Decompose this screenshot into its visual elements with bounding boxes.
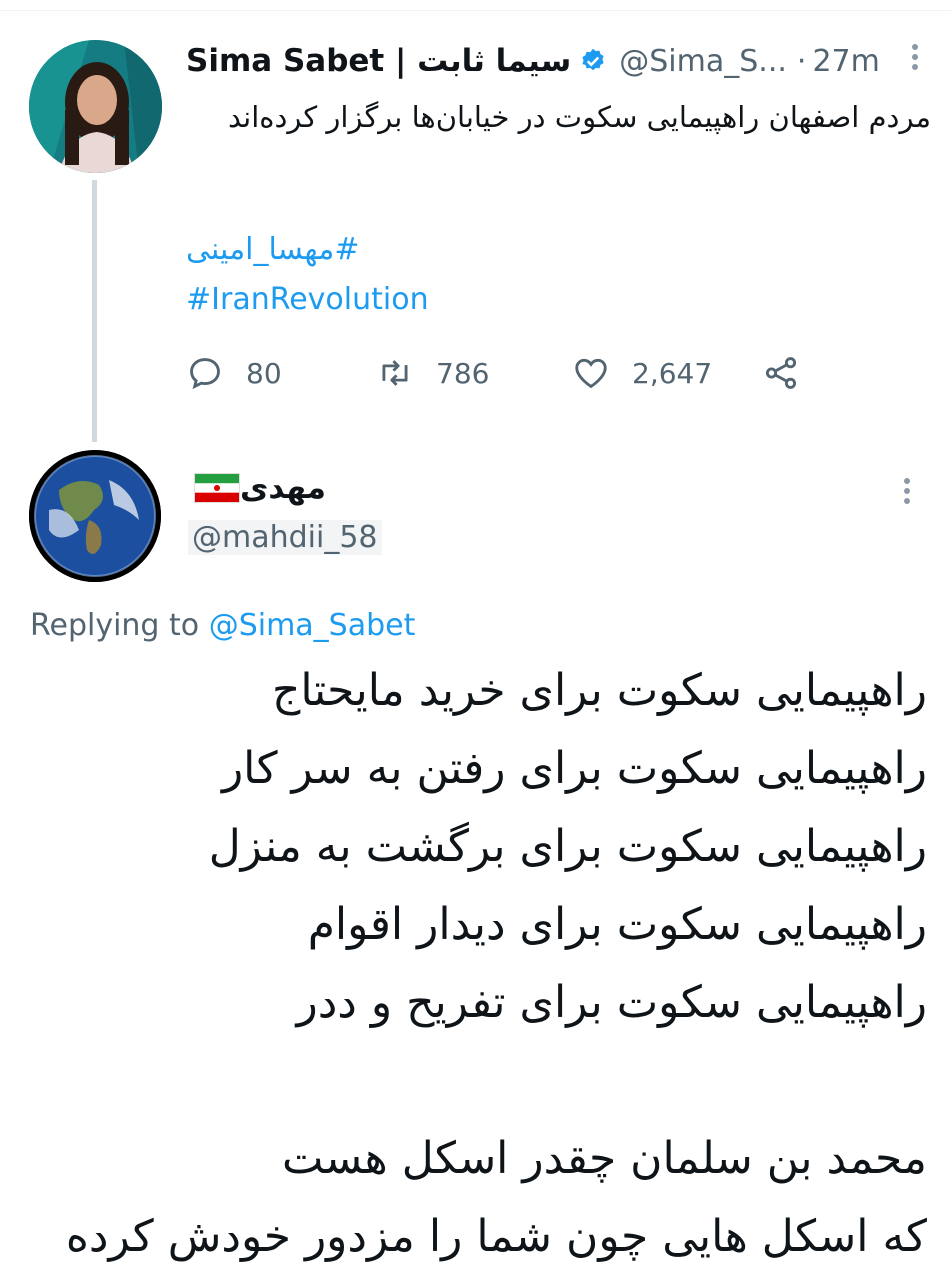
avatar-sima-sabet[interactable] xyxy=(29,40,162,173)
reply-button[interactable]: 80 xyxy=(186,350,282,396)
reply-author[interactable]: مهدی xyxy=(190,470,326,506)
reply-author-handle[interactable]: @mahdii_58 xyxy=(188,520,382,555)
verified-icon xyxy=(582,48,604,71)
replying-mention[interactable]: @Sima_Sabet xyxy=(209,608,416,643)
tweet-time[interactable]: 27m xyxy=(812,44,879,79)
reply-line: که اسکل هایی چون شما را مزدور خودش کرده xyxy=(65,1211,927,1262)
reply-line: راهپیمایی سکوت برای برگشت به منزل xyxy=(208,821,927,872)
replying-to-line: Replying to @Sima_Sabet xyxy=(30,608,415,643)
tweet-text: مردم اصفهان راهپیمایی سکوت در خیابان‌ها … xyxy=(227,100,931,134)
reply-line: راهپیمایی سکوت برای خرید مایحتاج xyxy=(272,665,927,716)
thread-connector xyxy=(92,180,97,442)
reply-line: راهپیمایی سکوت برای رفتن به سر کار xyxy=(221,743,927,794)
replying-prefix: Replying to xyxy=(30,608,200,643)
tweet-header: Sima Sabet | سیما ثابت @Sima_S... · 27m xyxy=(186,36,933,86)
avatar-mahdi[interactable] xyxy=(29,450,161,582)
reply-blank-line xyxy=(27,1042,927,1120)
like-count: 2,647 xyxy=(632,356,713,390)
more-icon[interactable] xyxy=(909,40,921,80)
earth-image xyxy=(29,450,161,582)
author-handle[interactable]: @Sima_S... xyxy=(619,44,787,79)
hashtag-mahsa-amini[interactable]: #مهسا_امینی xyxy=(186,232,359,267)
retweet-count: 786 xyxy=(436,356,490,390)
reply-text: راهپیمایی سکوت برای خرید مایحتاج راهپیما… xyxy=(27,652,927,1276)
reply-count: 80 xyxy=(246,356,282,390)
top-divider xyxy=(0,10,951,11)
reply-line: راهپیمایی سکوت برای دیدار اقوام xyxy=(307,899,927,950)
share-icon xyxy=(765,357,797,389)
separator-dot: · xyxy=(796,43,807,79)
like-button[interactable]: 2,647 xyxy=(572,350,712,396)
reply-author-name: مهدی xyxy=(240,470,326,506)
share-button[interactable] xyxy=(762,350,822,396)
reply-icon xyxy=(190,358,220,390)
author-name[interactable]: Sima Sabet | سیما ثابت xyxy=(186,43,571,79)
avatar-image xyxy=(29,40,162,173)
like-icon xyxy=(575,358,607,389)
reply-more-icon[interactable] xyxy=(901,474,913,514)
iran-flag-icon xyxy=(194,473,240,503)
reply-line: محمد بن سلمان چقدر اسکل هست xyxy=(282,1133,927,1184)
reply-line: راهپیمایی سکوت برای تفریح و ددر xyxy=(296,977,927,1028)
retweet-icon xyxy=(382,360,408,386)
retweet-button[interactable]: 786 xyxy=(376,350,489,396)
hashtag-iran-revolution[interactable]: #IranRevolution xyxy=(186,282,429,317)
